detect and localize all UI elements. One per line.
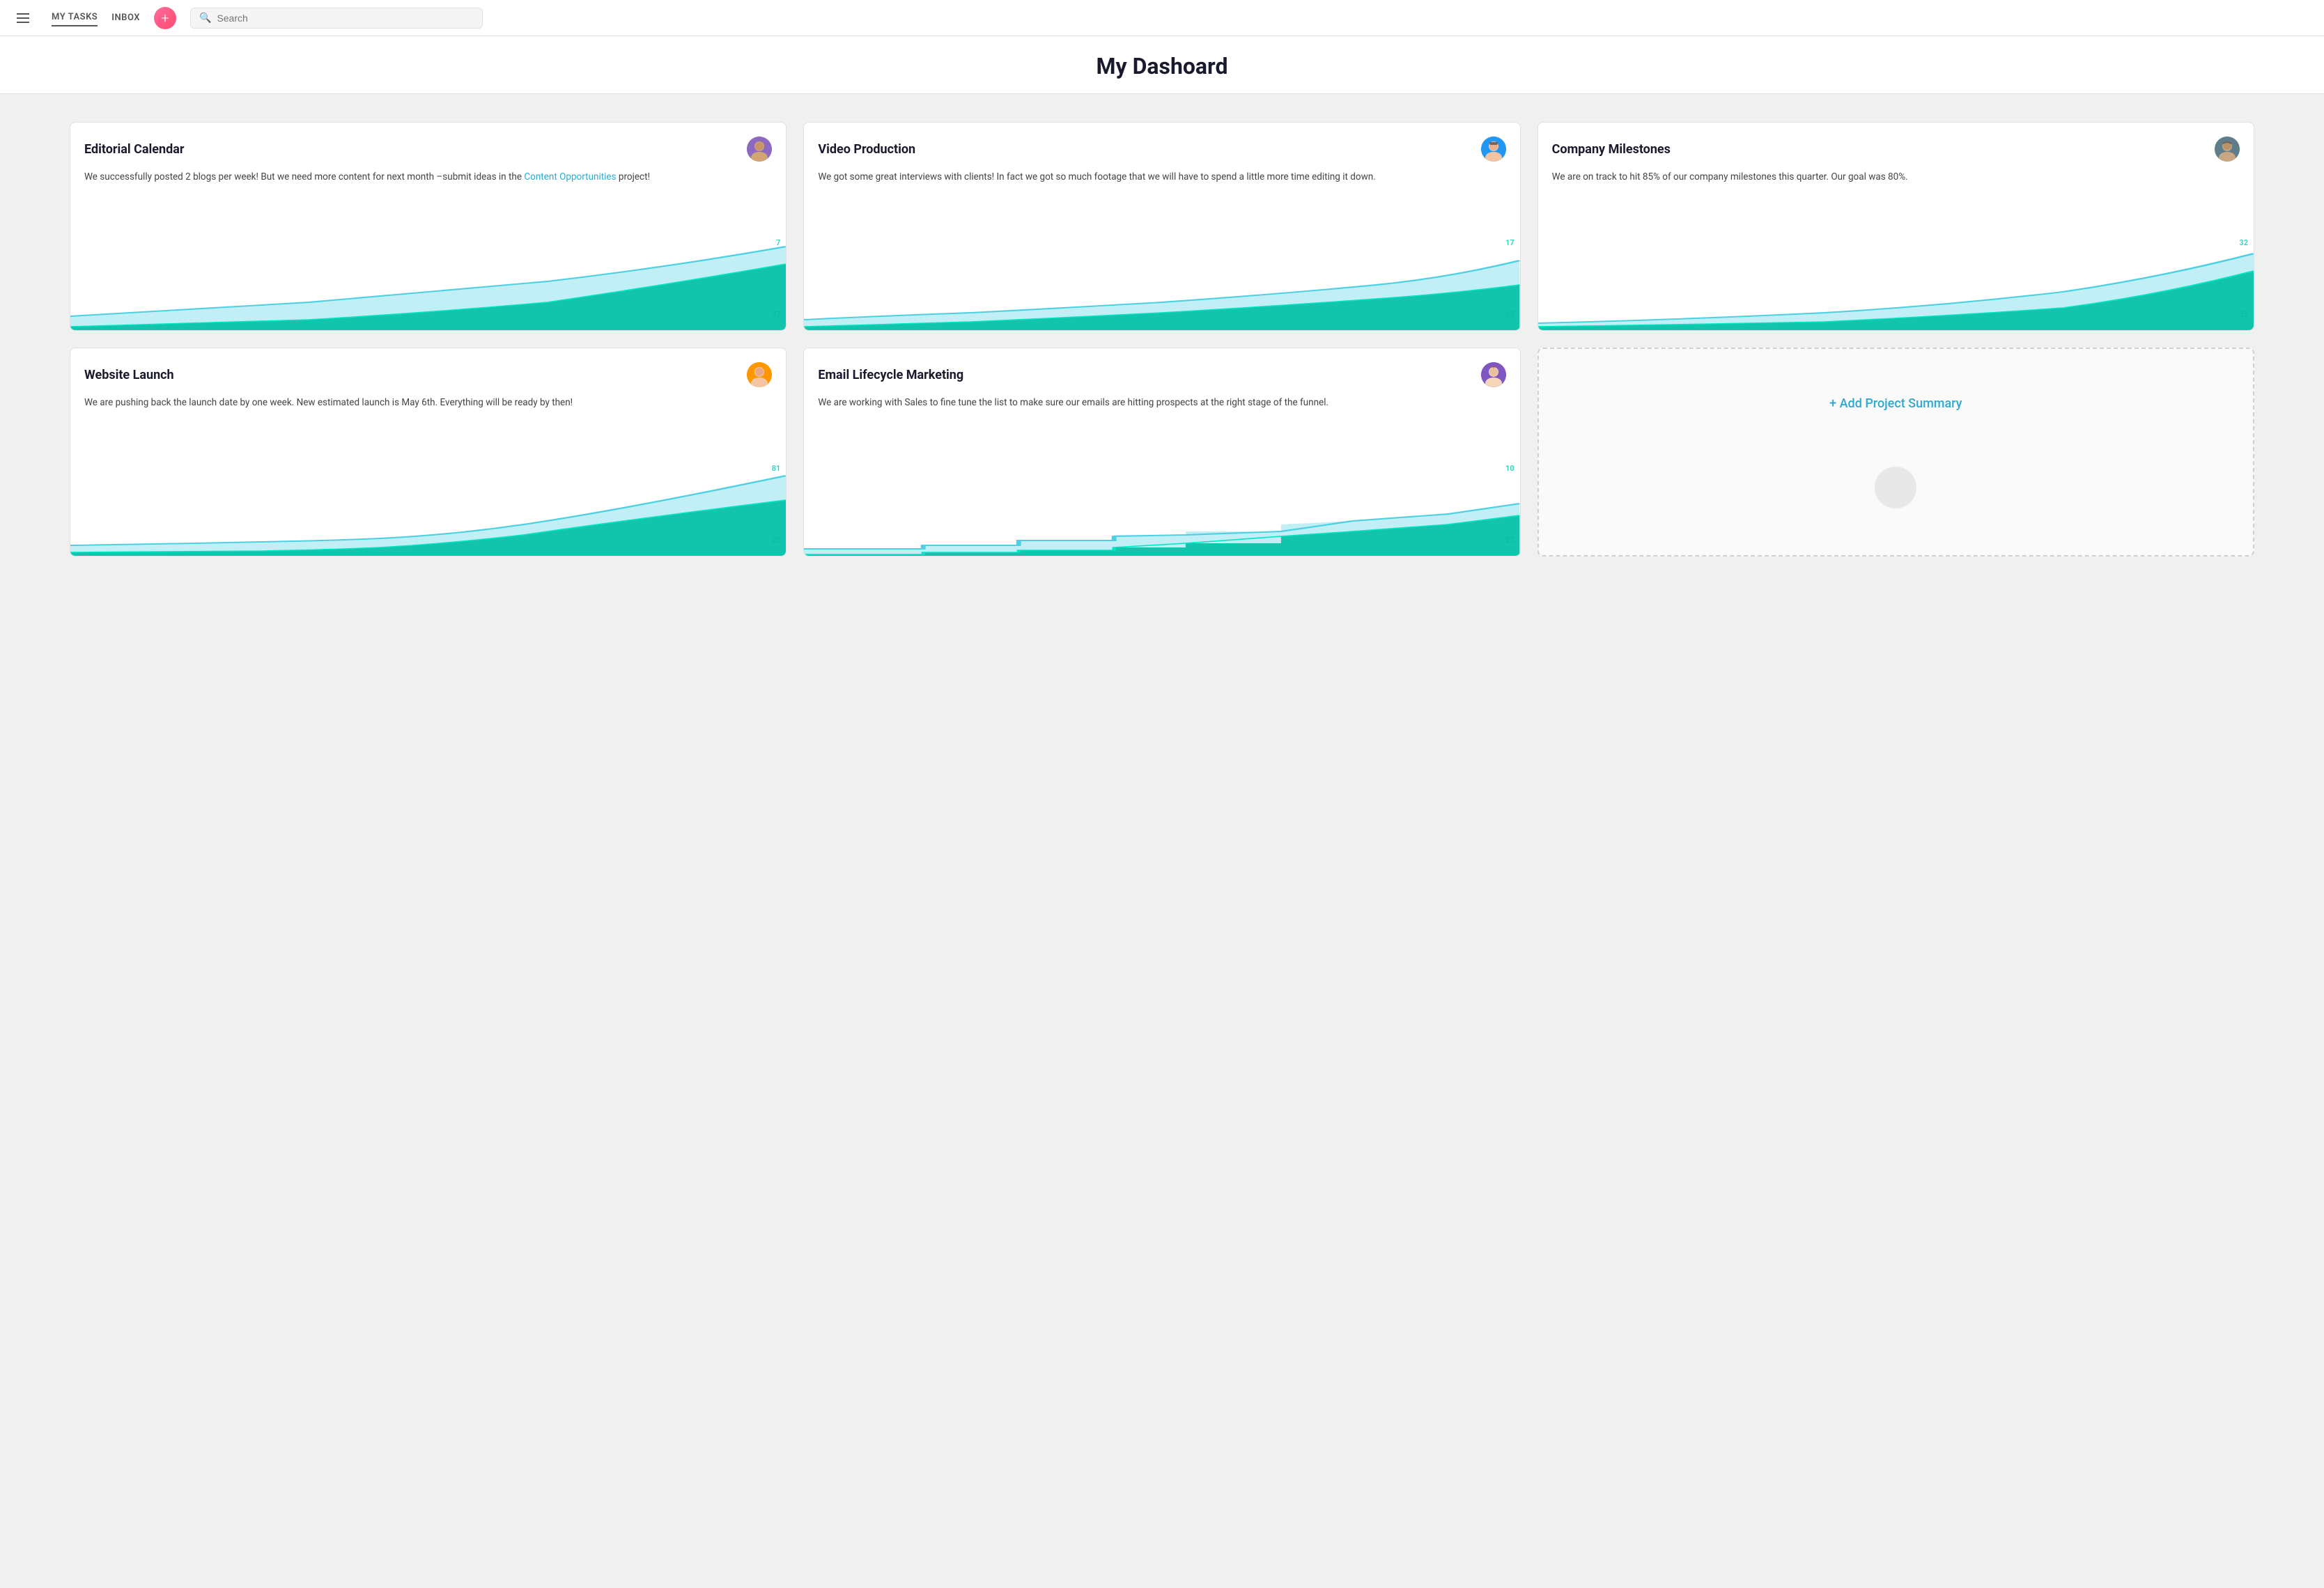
card-editorial-calendar: Editorial Calendar We successfully poste… [70, 122, 787, 331]
page-title-section: My Dashoard [0, 36, 2324, 94]
chart-label-top-editorial: 7 [776, 238, 780, 247]
hamburger-menu[interactable] [17, 13, 29, 23]
add-button[interactable]: + [154, 7, 176, 29]
chart-email: 10 27 [804, 458, 1519, 556]
chart-label-top-website: 81 [772, 464, 781, 473]
search-icon: 🔍 [199, 13, 211, 24]
card-body-editorial: We successfully posted 2 blogs per week!… [70, 167, 786, 233]
page-title: My Dashoard [0, 53, 2324, 79]
chart-website: 81 22 [70, 458, 786, 556]
inbox-nav[interactable]: INBOX [111, 10, 140, 26]
card-title-video: Video Production [818, 142, 915, 157]
card-header-video: Video Production [804, 123, 1519, 167]
top-navigation: MY TASKS INBOX + 🔍 [0, 0, 2324, 36]
search-bar[interactable]: 🔍 [190, 8, 483, 29]
chart-label-top-video: 17 [1505, 238, 1515, 247]
add-project-card[interactable]: + Add Project Summary [1537, 348, 2254, 556]
chart-company: 32 35 [1538, 233, 2254, 330]
chart-label-bottom-video: 25 [1505, 310, 1515, 319]
card-header-website: Website Launch [70, 348, 786, 393]
card-header-email: Email Lifecycle Marketing [804, 348, 1519, 393]
content-opportunities-link[interactable]: Content Opportunities [524, 171, 616, 182]
chart-label-top-email: 10 [1505, 464, 1515, 473]
chart-label-bottom-company: 35 [2239, 310, 2248, 319]
chart-editorial: 7 37 [70, 233, 786, 330]
avatar-editorial [747, 137, 772, 162]
card-header-editorial: Editorial Calendar [70, 123, 786, 167]
card-body-email: We are working with Sales to fine tune t… [804, 393, 1519, 458]
my-tasks-nav[interactable]: MY TASKS [52, 9, 98, 26]
card-title-email: Email Lifecycle Marketing [818, 368, 963, 382]
chart-label-bottom-website: 22 [772, 536, 781, 545]
chart-label-top-company: 32 [2239, 238, 2248, 247]
card-website-launch: Website Launch We are pushing back the l… [70, 348, 787, 556]
chart-video: 17 25 [804, 233, 1519, 330]
add-project-label[interactable]: + Add Project Summary [1829, 396, 1962, 411]
card-title-website: Website Launch [84, 368, 174, 382]
card-body-video: We got some great interviews with client… [804, 167, 1519, 233]
card-company-milestones: Company Milestones We are on track to hi… [1537, 122, 2254, 331]
chart-label-bottom-email: 27 [1505, 536, 1515, 545]
chart-label-bottom-editorial: 37 [772, 310, 781, 319]
avatar-video [1481, 137, 1506, 162]
card-header-company: Company Milestones [1538, 123, 2254, 167]
avatar-website [747, 362, 772, 387]
card-title-company: Company Milestones [1552, 142, 1671, 157]
avatar-company [2215, 137, 2240, 162]
card-body-company: We are on track to hit 85% of our compan… [1538, 167, 2254, 233]
card-email-lifecycle: Email Lifecycle Marketing We are working… [803, 348, 1520, 556]
card-video-production: Video Production We got some great inter… [803, 122, 1520, 331]
card-body-website: We are pushing back the launch date by o… [70, 393, 786, 458]
dashboard-grid: Editorial Calendar We successfully poste… [0, 94, 2324, 584]
card-title-editorial: Editorial Calendar [84, 142, 184, 157]
add-ghost-placeholder [1875, 467, 1916, 508]
search-input[interactable] [217, 13, 474, 24]
avatar-email [1481, 362, 1506, 387]
